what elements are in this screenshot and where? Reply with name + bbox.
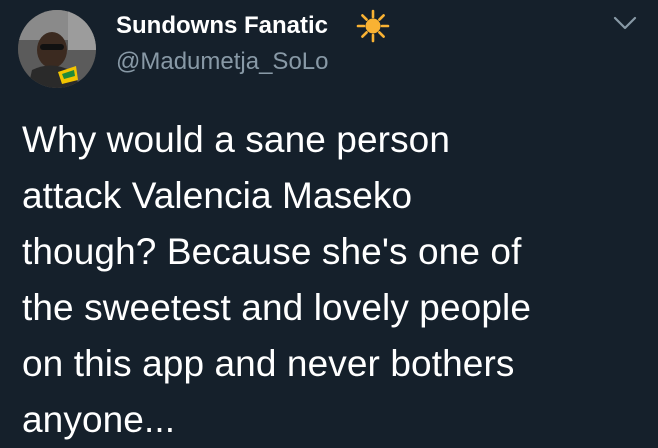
sun-icon xyxy=(356,9,390,43)
avatar-image xyxy=(18,10,96,88)
avatar[interactable] xyxy=(18,10,96,88)
tweet-card: Sundowns Fanatic @Madumetja_SoLo Why wou… xyxy=(0,0,658,447)
user-handle[interactable]: @Madumetja_SoLo xyxy=(116,47,328,77)
chevron-down-icon[interactable] xyxy=(612,14,638,32)
display-name[interactable]: Sundowns Fanatic xyxy=(116,11,328,41)
tweet-text: Why would a sane person attack Valencia … xyxy=(22,119,532,440)
